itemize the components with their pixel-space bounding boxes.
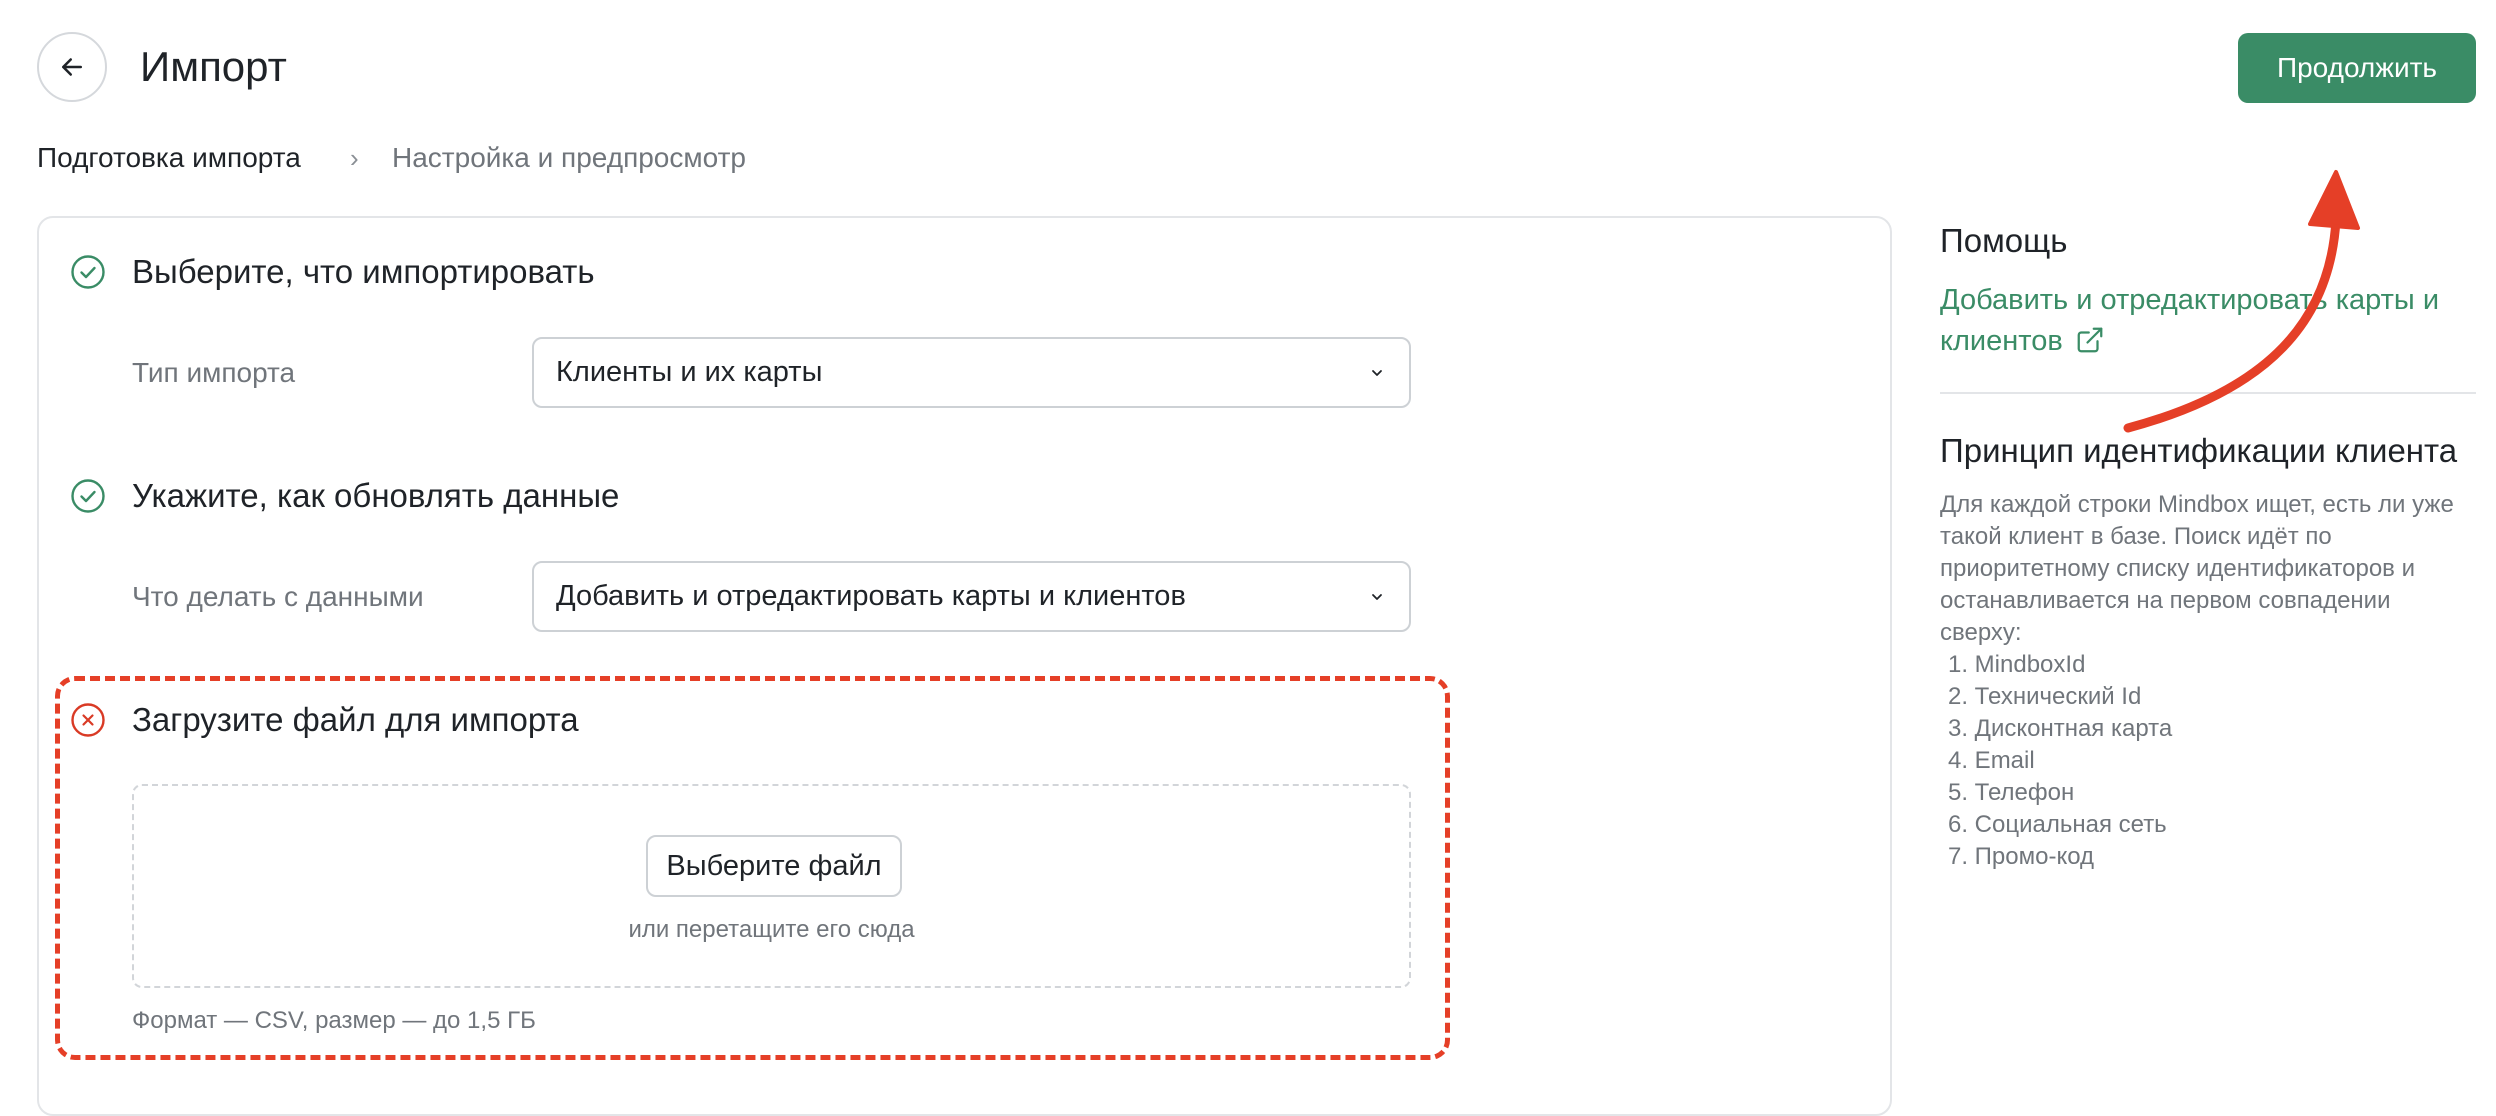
help-divider: [1940, 392, 2476, 394]
principle-description: Для каждой строки Mindbox ищет, есть ли …: [1940, 491, 2454, 646]
breadcrumb-item-preparation[interactable]: Подготовка импорта: [37, 138, 301, 178]
list-item: 1. MindboxId: [1948, 651, 2086, 678]
import-type-value: Клиенты и их карты: [556, 356, 823, 388]
list-item: 5. Телефон: [1948, 779, 2075, 806]
list-item: 3. Дисконтная карта: [1948, 715, 2173, 742]
list-item: 6. Социальная сеть: [1948, 811, 2167, 838]
chevron-down-icon: [1372, 369, 1382, 376]
data-action-value: Добавить и отредактировать карты и клиен…: [556, 580, 1186, 612]
help-link-text: Добавить и отредактировать карты и клиен…: [1940, 284, 2440, 357]
check-circle-icon: [71, 255, 105, 289]
page-title: Импорт: [140, 43, 287, 90]
data-action-select[interactable]: Добавить и отредактировать карты и клиен…: [532, 561, 1411, 632]
drop-hint: или перетащите его сюда: [628, 916, 915, 943]
help-title: Помощь: [1940, 222, 2068, 259]
back-button[interactable]: [37, 32, 107, 102]
import-type-select[interactable]: Клиенты и их карты: [532, 337, 1411, 408]
error-circle-icon: [71, 703, 105, 737]
list-item: 4. Email: [1948, 747, 2035, 774]
import-type-label: Тип импорта: [132, 357, 296, 388]
chevron-down-icon: [1372, 593, 1382, 600]
arrow-left-icon: [62, 58, 82, 76]
principle-title: Принцип идентификации клиента: [1940, 432, 2458, 469]
breadcrumb-separator: ›: [350, 143, 359, 173]
step-title-upload-file: Загрузите файл для импорта: [132, 701, 579, 738]
help-link[interactable]: Добавить и отредактировать карты и клиен…: [1940, 280, 2480, 362]
list-item: 2. Технический Id: [1948, 683, 2142, 710]
breadcrumb-item-settings: Настройка и предпросмотр: [392, 142, 746, 173]
external-link-icon: [2077, 327, 2103, 353]
check-circle-icon: [71, 479, 105, 513]
data-action-label: Что делать с данными: [132, 581, 424, 612]
file-dropzone[interactable]: Выберите файл или перетащите его сюда: [132, 784, 1411, 988]
list-item: 7. Промо-код: [1948, 843, 2095, 870]
format-hint: Формат — CSV, размер — до 1,5 ГБ: [132, 1007, 536, 1034]
identifier-list: 1. MindboxId 2. Технический Id 3. Дискон…: [1948, 649, 2172, 873]
continue-button[interactable]: Продолжить: [2238, 33, 2476, 103]
step-title-what-to-import: Выберите, что импортировать: [132, 253, 595, 290]
choose-file-button[interactable]: Выберите файл: [646, 835, 902, 897]
step-title-update-mode: Укажите, как обновлять данные: [132, 477, 620, 514]
